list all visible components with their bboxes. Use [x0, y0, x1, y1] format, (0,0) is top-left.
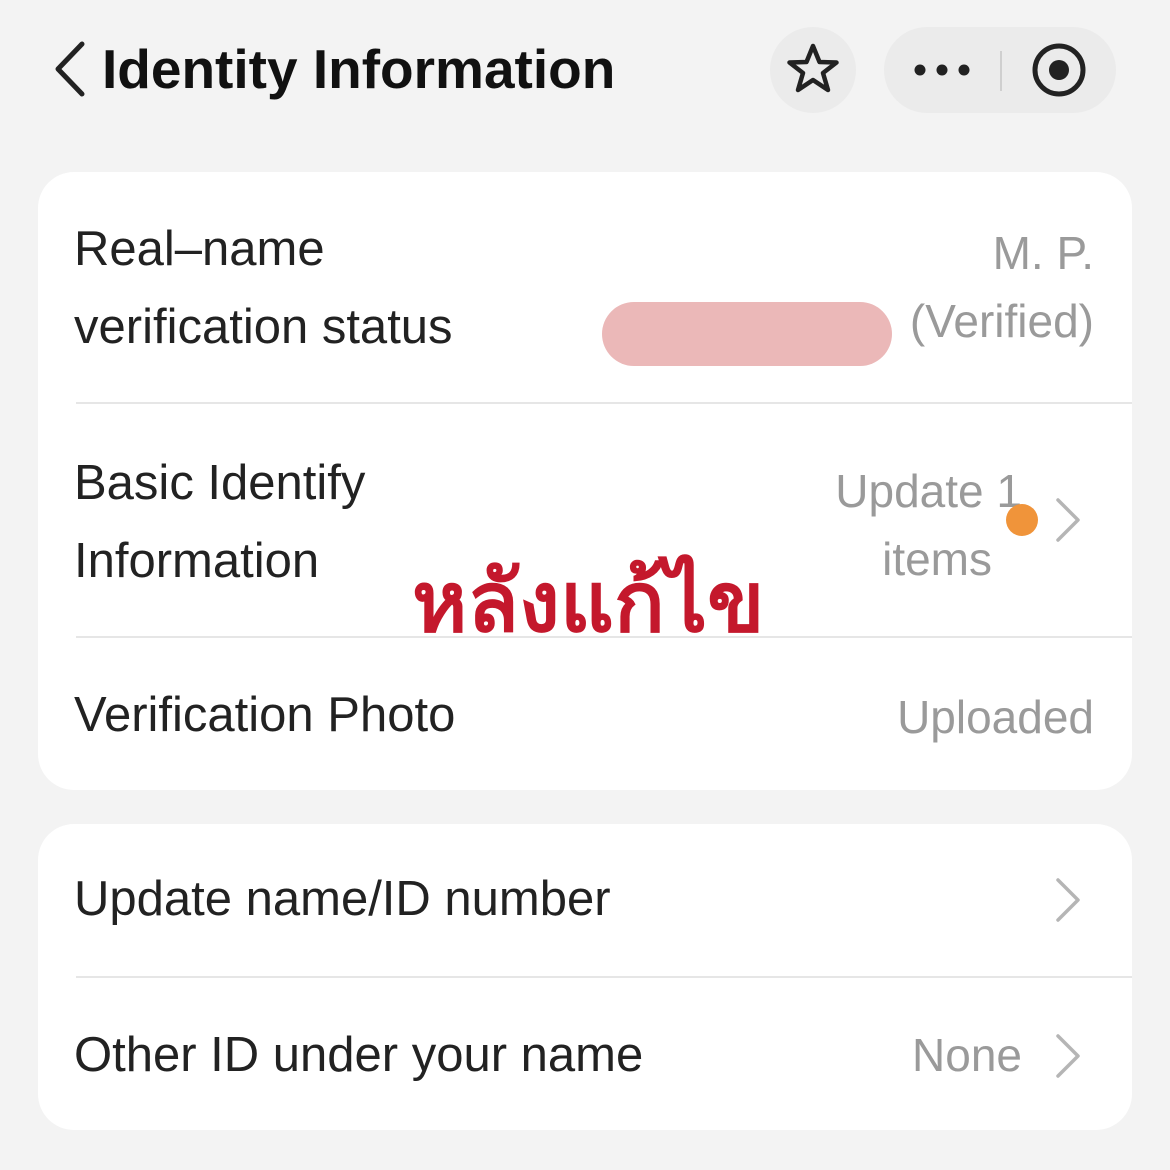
basic-identity-label-line2: Information	[74, 534, 320, 588]
more-horizontal-icon	[914, 64, 970, 76]
notification-dot	[1006, 504, 1038, 536]
verification-photo-value: Uploaded	[897, 691, 1094, 743]
favorite-button[interactable]	[770, 27, 856, 113]
top-bar: Identity Information	[0, 0, 1170, 140]
update-name-id-row[interactable]: Update name/ID number	[38, 824, 1132, 976]
chevron-left-icon	[55, 41, 85, 97]
identity-info-card: Real–name verification status M. P. (Ver…	[38, 172, 1132, 790]
update-items-value-line2: items	[882, 533, 992, 585]
page-title: Identity Information	[102, 38, 616, 100]
close-mini-program-button[interactable]	[1002, 27, 1116, 113]
other-id-value: None	[912, 1029, 1022, 1081]
chevron-right-icon	[1056, 1034, 1080, 1078]
mini-program-capsule	[884, 27, 1116, 113]
basic-identity-label-line1: Basic Identify	[74, 456, 366, 510]
redaction-mark	[602, 302, 892, 366]
verification-photo-row: Verification Photo Uploaded	[38, 638, 1132, 790]
chevron-right-icon	[1056, 498, 1080, 542]
target-close-icon	[1032, 43, 1086, 97]
real-name-verification-row: Real–name verification status M. P. (Ver…	[38, 172, 1132, 404]
star-icon	[787, 43, 839, 93]
more-button[interactable]	[884, 27, 1000, 113]
update-items-value-line1: Update 1	[835, 465, 1022, 517]
verified-status-value: (Verified)	[909, 295, 1094, 347]
other-id-row[interactable]: Other ID under your name None	[38, 978, 1132, 1130]
verification-photo-label: Verification Photo	[74, 688, 456, 742]
update-name-id-label: Update name/ID number	[74, 872, 611, 926]
verified-name-value: M. P.	[992, 227, 1094, 279]
other-id-label: Other ID under your name	[74, 1028, 644, 1082]
real-name-label-line1: Real–name	[74, 222, 325, 276]
id-actions-card: Update name/ID number Other ID under you…	[38, 824, 1132, 1130]
real-name-label-line2: verification status	[74, 300, 453, 354]
overlay-annotation: หลังแก้ไข	[412, 553, 765, 651]
chevron-right-icon	[1056, 878, 1080, 922]
back-button[interactable]	[48, 40, 92, 98]
